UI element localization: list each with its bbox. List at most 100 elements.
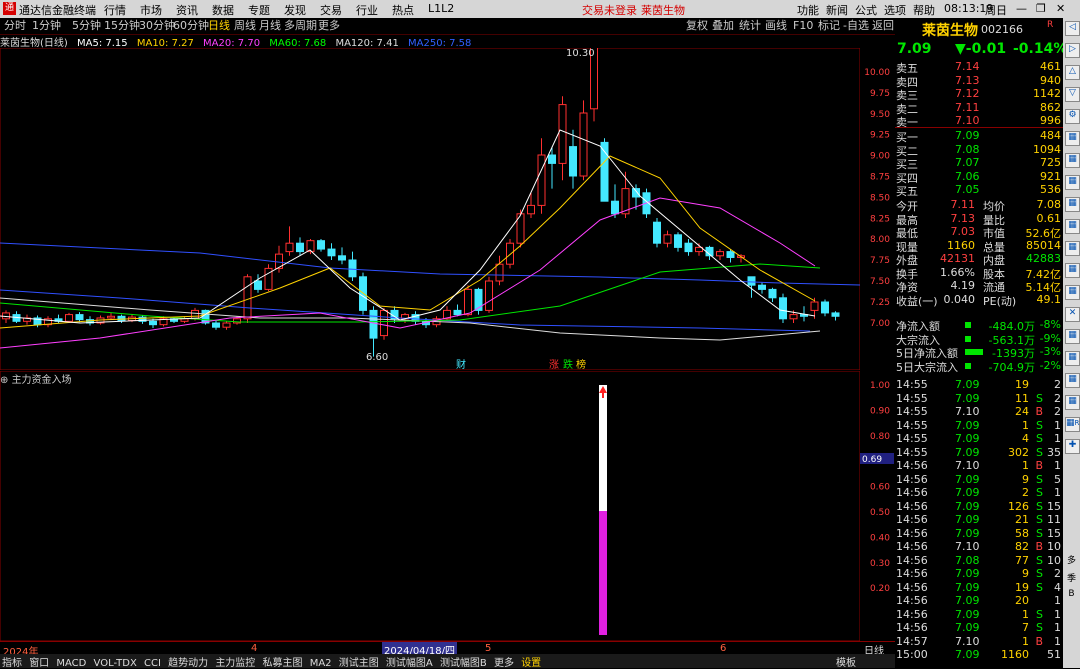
tab-more[interactable]: 更多 [494,658,514,669]
gear-icon[interactable]: ⚙ [1065,109,1080,124]
tab-test-main[interactable]: 测试主图 [339,658,379,669]
tab-ma2[interactable]: MA2 [310,658,332,669]
period-multi[interactable]: 多周期 [284,18,317,34]
tab-qushi[interactable]: 趋势动力 [168,658,208,669]
chart4-icon[interactable]: ▦ [1065,395,1080,410]
flow-bar [965,349,983,355]
rsi-icon[interactable]: ▦RSI [1065,417,1080,432]
tick-price: 7.09 [955,418,980,432]
grid-icon[interactable]: ▦ [1065,175,1080,190]
arrow-up-icon[interactable]: △ [1065,65,1080,80]
tab-vol[interactable]: VOL-TDX [94,658,137,669]
arrow-left-icon[interactable]: ◁ [1065,21,1080,36]
close-button[interactable]: ✕ [1056,2,1065,15]
menu-jiaoyi[interactable]: 交易 [320,2,342,18]
arrow-right-icon[interactable]: ▷ [1065,43,1080,58]
menu-bangzhu[interactable]: 帮助 [913,2,935,18]
restore-button[interactable]: ❐ [1036,2,1046,15]
tab-settings[interactable]: 设置 [521,658,541,669]
tab-simu[interactable]: 私募主图 [263,658,303,669]
indicator-chart[interactable] [0,371,860,641]
tick-time: 14:56 [896,472,928,486]
kline-chart[interactable]: 10.30 6.60 财 涨跌榜 [0,48,860,370]
menu-l1l2[interactable]: L1L2 [428,2,454,15]
list-icon[interactable]: ▦ [1065,131,1080,146]
menu-faxian[interactable]: 发现 [284,2,306,18]
candle-body [674,234,682,248]
menu-redian[interactable]: 热点 [392,2,414,18]
tick-price: 7.09 [955,607,980,621]
tick-side: S [1036,472,1043,486]
arrow-down-icon[interactable]: ▽ [1065,87,1080,102]
side-text-more2[interactable]: 季 [1065,571,1078,584]
candle-body [779,297,787,320]
cross-icon[interactable]: ✕ [1065,307,1080,322]
menu-shichang[interactable]: 市场 [140,2,162,18]
huaxian-button[interactable]: 画线 [765,18,787,34]
menu-zixun[interactable]: 资讯 [176,2,198,18]
line-icon[interactable]: ▦ [1065,329,1080,344]
person-icon[interactable]: ▦ [1065,285,1080,300]
back-button[interactable]: 返回 [872,18,894,34]
diejia-button[interactable]: 叠加 [712,18,734,34]
tab-macd[interactable]: MACD [56,658,86,669]
tab-chuangkou[interactable]: 窗口 [29,658,49,669]
fuquan-button[interactable]: 复权 [686,18,708,34]
period-15min[interactable]: 15分钟 [104,18,140,34]
tick-price: 7.09 [955,526,980,540]
menu-gongneng[interactable]: 功能 [797,2,819,18]
pin-icon[interactable]: ▦ [1065,263,1080,278]
minimize-button[interactable]: — [1016,2,1027,15]
tick-row: 14:56 7.10 1 B 1 [895,459,1063,473]
side-text-more3[interactable]: B [1065,589,1078,602]
period-fenshi[interactable]: 分时 [4,18,26,34]
biaoji-button[interactable]: 标记 [818,18,840,34]
tick-row: 14:57 7.10 1 B 1 [895,635,1063,649]
tab-zhibiao[interactable]: 指标 [2,658,22,669]
news-icon[interactable]: ▦ [1065,197,1080,212]
plus-icon[interactable]: ✚ [1065,439,1080,454]
indicator-tick: 0.40 [870,533,890,543]
stat-value2: 7.08 [1036,198,1062,211]
trade-login-status[interactable]: 交易未登录 [582,2,637,18]
chart2-icon[interactable]: ▦ [1065,351,1080,366]
tab-cci[interactable]: CCI [144,658,161,669]
period-60min[interactable]: 60分钟 [173,18,209,34]
candle-body [537,154,546,206]
menu-shuju[interactable]: 数据 [212,2,234,18]
menu-xinwen[interactable]: 新闻 [826,2,848,18]
tongji-button[interactable]: 统计 [739,18,761,34]
period-daily[interactable]: 日线 [208,18,230,34]
menu-xuanxiang[interactable]: 选项 [884,2,906,18]
period-30min[interactable]: 30分钟 [139,18,175,34]
template-button[interactable]: 模板 [836,654,856,669]
candle [264,264,273,292]
menu-hangqing[interactable]: 行情 [104,2,126,18]
menu-gongshi[interactable]: 公式 [855,2,877,18]
period-monthly[interactable]: 月线 [259,18,281,34]
zixuan-button[interactable]: -自选 [843,18,869,34]
period-weekly[interactable]: 周线 [234,18,256,34]
tick-price: 7.09 [955,486,980,499]
tick-time: 14:56 [896,594,928,607]
app-title: 通达信金融终端 [19,4,96,17]
period-1min[interactable]: 1分钟 [32,18,61,34]
chart3-icon[interactable]: ▦ [1065,373,1080,388]
period-5min[interactable]: 5分钟 [72,18,101,34]
f10-button[interactable]: F10 [793,18,813,34]
side-text-more1[interactable]: 多 [1065,553,1078,566]
table-icon[interactable]: ▦ [1065,219,1080,234]
stat-value2: 85014 [1026,238,1061,252]
tab-test-b[interactable]: 测试幅图B [440,658,487,669]
note-icon[interactable]: ▦ [1065,241,1080,256]
stat-row: 收益(一) 0.040 PE(动) 49.1 [895,293,1063,308]
tab-zhuli[interactable]: 主力监控 [215,658,255,669]
candle-body [632,188,640,198]
tab-test-a[interactable]: 测试幅图A [386,658,433,669]
level-price: 7.13 [955,73,980,87]
chart-icon[interactable]: ▦ [1065,153,1080,168]
quote-change: ▼-0.01 [955,41,1007,57]
period-more[interactable]: 更多 [318,18,340,34]
menu-zhuanti[interactable]: 专题 [248,2,270,18]
menu-hangye[interactable]: 行业 [356,2,378,18]
